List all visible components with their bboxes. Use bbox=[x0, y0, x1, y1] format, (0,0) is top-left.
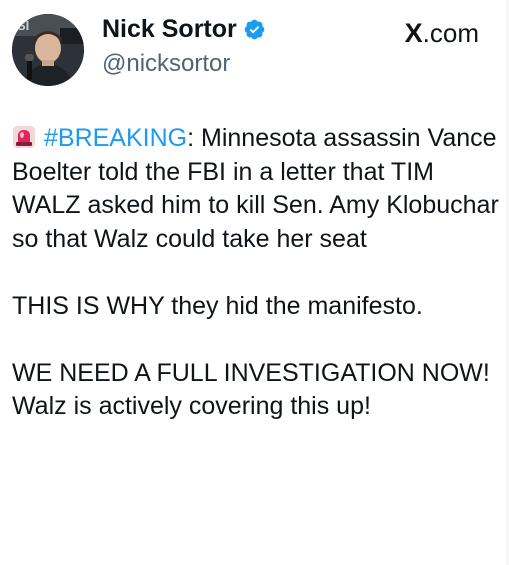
tweet-text: #BREAKING: Minnesota assassin Vance Boel… bbox=[12, 122, 502, 424]
tweet-paragraph-2: THIS IS WHY they hid the manifesto. bbox=[12, 291, 423, 320]
source-domain: .com bbox=[422, 18, 479, 48]
avatar-image: SI bbox=[12, 14, 84, 86]
verified-badge-icon bbox=[244, 19, 265, 39]
source-label[interactable]: X.com bbox=[405, 16, 479, 50]
tweet-paragraph-3: WE NEED A FULL INVESTIGATION NOW! Walz i… bbox=[12, 358, 490, 421]
hashtag-breaking[interactable]: #BREAKING bbox=[44, 124, 187, 152]
siren-icon bbox=[13, 126, 35, 148]
tweet-header: SI Nick Sortor @nicksortor X.com bbox=[12, 10, 497, 90]
avatar-caption: SI bbox=[17, 18, 29, 33]
handle[interactable]: @nicksortor bbox=[102, 48, 266, 80]
tweet-card: SI Nick Sortor @nicksortor X.com #BREAKI… bbox=[0, 0, 509, 565]
display-name[interactable]: Nick Sortor bbox=[102, 12, 237, 46]
tweet-paragraph-1: #BREAKING: Minnesota assassin Vance Boel… bbox=[12, 122, 502, 256]
author-block: Nick Sortor @nicksortor bbox=[102, 12, 266, 80]
x-logo-icon: X bbox=[404, 18, 423, 48]
avatar[interactable]: SI bbox=[12, 14, 84, 86]
display-name-row: Nick Sortor bbox=[102, 12, 266, 46]
